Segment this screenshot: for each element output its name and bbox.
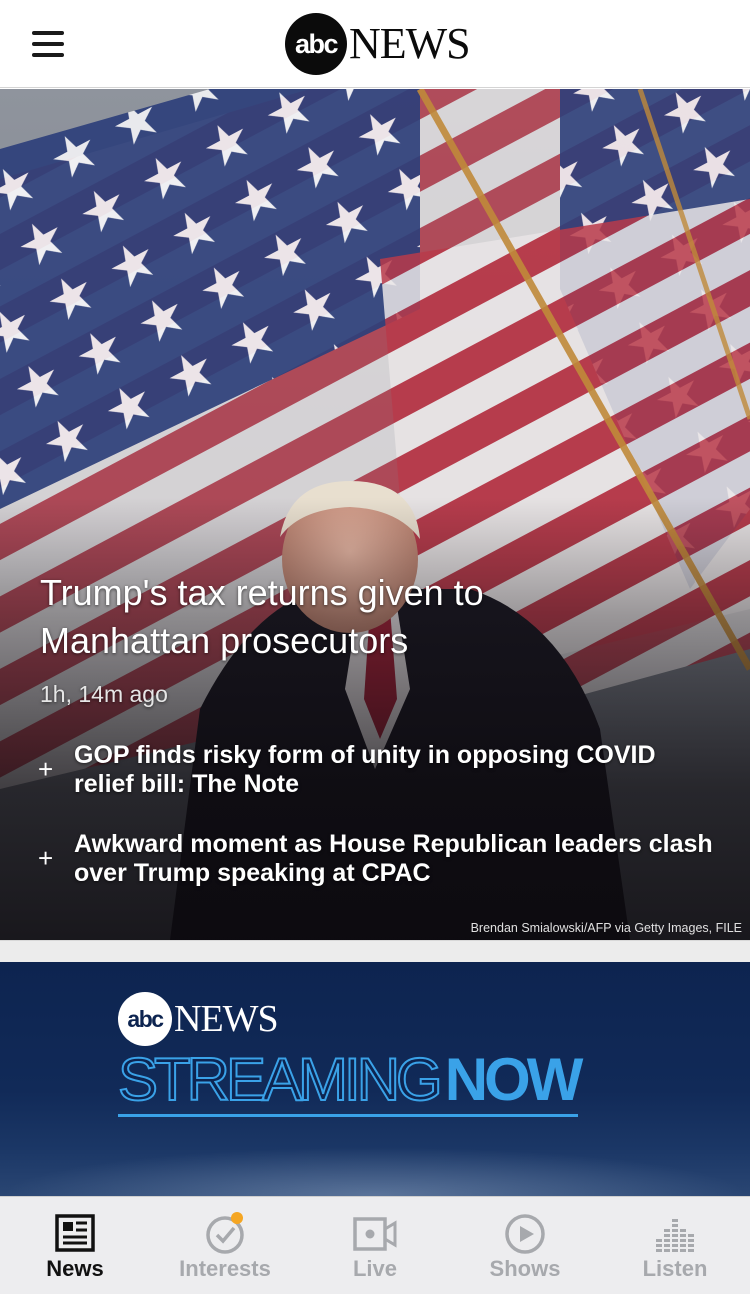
streaming-word: STREAMING: [117, 1046, 444, 1113]
streaming-underline: [118, 1114, 578, 1117]
logo-news-word: NEWS: [349, 19, 471, 68]
tab-label: News: [46, 1256, 104, 1281]
tab-interests[interactable]: Interests: [150, 1197, 300, 1294]
now-word: NOW: [444, 1046, 584, 1113]
tab-label: Shows: [489, 1256, 561, 1281]
hero-timestamp: 1h, 14m ago: [40, 681, 168, 707]
related-story-1[interactable]: + GOP finds risky form of unity in oppos…: [36, 741, 716, 799]
interests-notification-badge: [231, 1212, 243, 1224]
streaming-abc-circle: abc: [118, 992, 172, 1046]
photo-credit: Brendan Smialowski/AFP via Getty Images,…: [470, 921, 742, 935]
abc-news-logo[interactable]: abc NEWS: [285, 12, 471, 76]
tab-news[interactable]: News: [0, 1197, 150, 1294]
tab-shows[interactable]: Shows: [450, 1197, 600, 1294]
hamburger-menu-icon: [32, 31, 64, 35]
section-divider: [0, 940, 750, 962]
related-story-2[interactable]: + Awkward moment as House Republican lea…: [36, 830, 716, 888]
plus-icon: +: [38, 754, 54, 784]
equalizer-icon: [656, 1219, 694, 1252]
hero-gradient-overlay: [0, 89, 750, 940]
tab-live[interactable]: Live: [300, 1197, 450, 1294]
abc-logo-circle: abc: [285, 13, 347, 75]
tab-label: Live: [352, 1256, 398, 1281]
streaming-news-word: NEWS: [174, 998, 279, 1040]
hero-headline[interactable]: Trump's tax returns given to Manhattan p…: [40, 569, 640, 665]
related-story-title: Awkward moment as House Republican leade…: [74, 830, 713, 887]
streaming-now-banner[interactable]: abc NEWS STREAMING NOW: [0, 962, 750, 1196]
newspaper-icon: [55, 1214, 95, 1252]
related-story-title: GOP finds risky form of unity in opposin…: [74, 741, 656, 798]
tab-label: Interests: [179, 1256, 271, 1281]
hamburger-line: [32, 53, 64, 57]
top-story[interactable]: Trump's tax returns given to Manhattan p…: [0, 89, 750, 940]
streaming-background-haze: [0, 1147, 750, 1196]
plus-icon: +: [38, 843, 54, 873]
tab-listen[interactable]: Listen: [600, 1197, 750, 1294]
app-header: abc NEWS: [0, 0, 750, 88]
bottom-tab-bar: News Interests Live Shows Listen: [0, 1196, 750, 1294]
tab-label: Listen: [642, 1256, 708, 1281]
streaming-now-title: STREAMING NOW: [117, 1046, 584, 1113]
video-camera-icon: [353, 1217, 397, 1251]
streaming-abc-news-logo: abc NEWS: [118, 992, 279, 1046]
menu-button[interactable]: [24, 22, 72, 66]
hamburger-line: [32, 42, 64, 46]
play-circle-icon: [505, 1214, 545, 1254]
